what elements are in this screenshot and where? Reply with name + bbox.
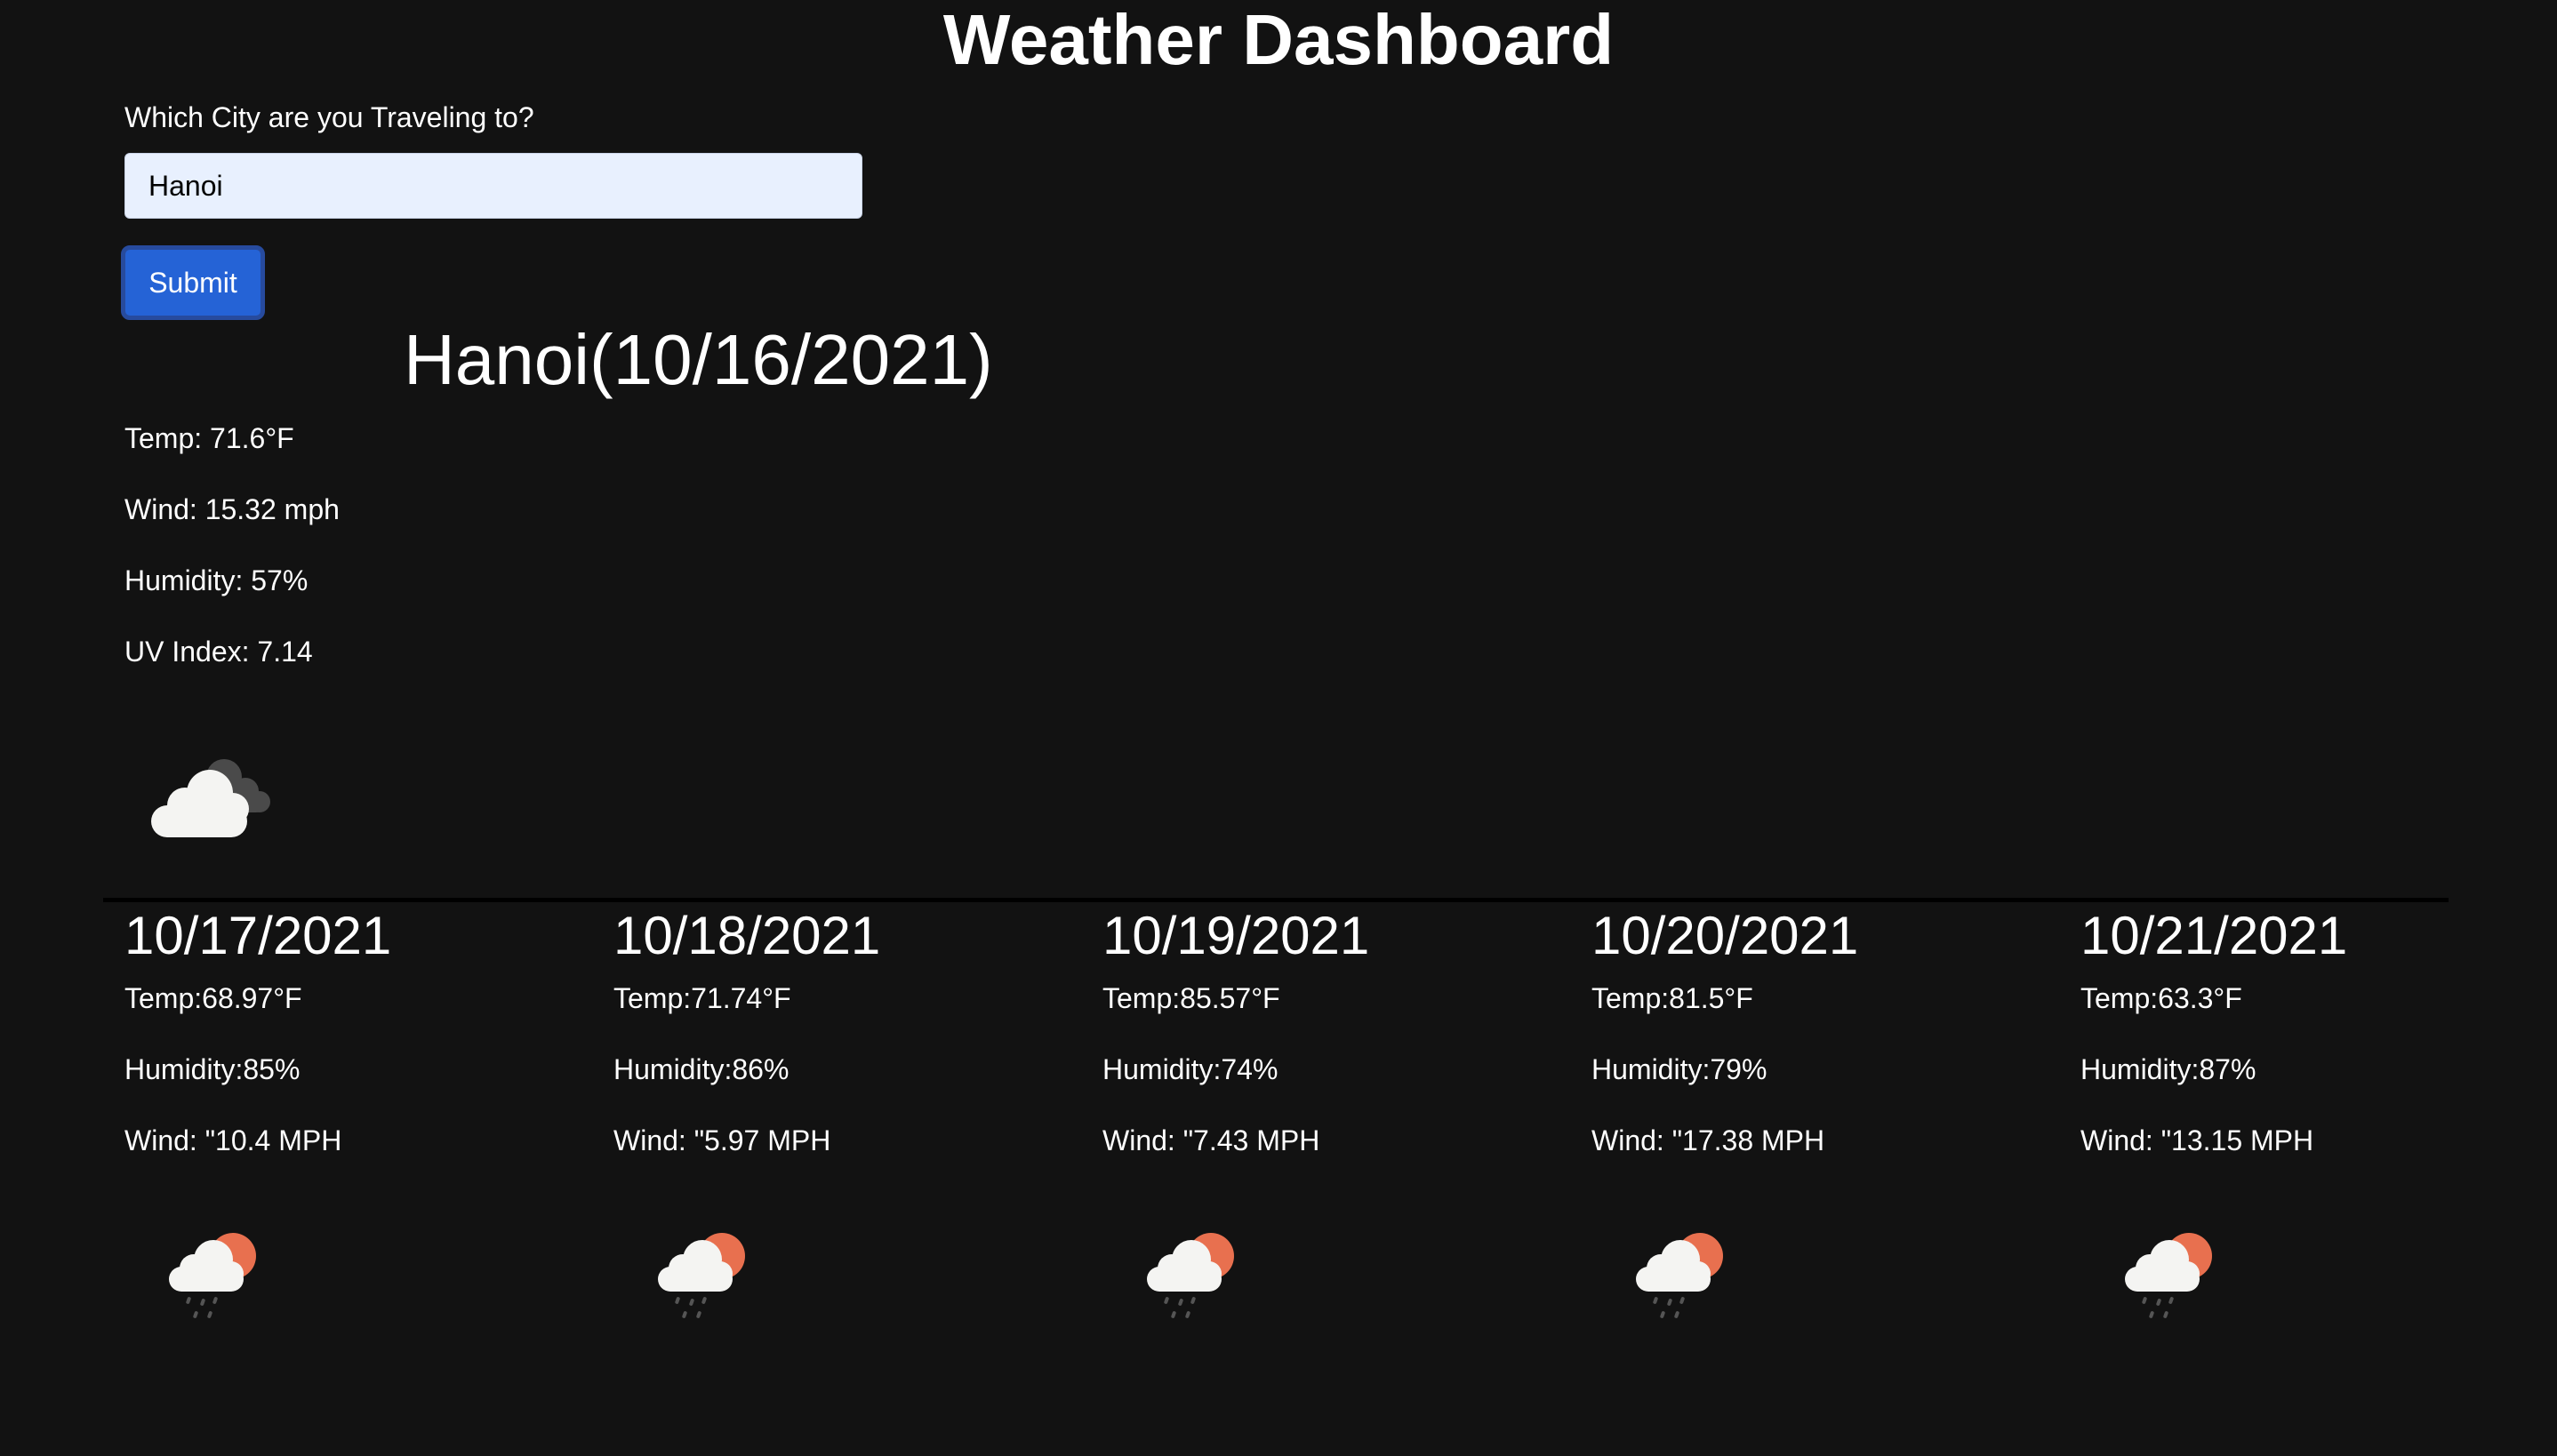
forecast-date: 10/18/2021 — [613, 906, 881, 965]
page-title: Weather Dashboard — [942, 0, 1615, 79]
current-temp: Temp: 71.6°F — [124, 422, 294, 454]
forecast-date: 10/21/2021 — [2080, 906, 2348, 965]
forecast-temp: Temp:71.74°F — [613, 982, 791, 1014]
current-humidity: Humidity: 57% — [124, 564, 309, 596]
forecast-wind: Wind: "17.38 MPH — [1591, 1124, 1825, 1156]
light-rain-day-icon — [1138, 1222, 1254, 1329]
forecast-humidity: Humidity:87% — [2080, 1053, 2256, 1085]
forecast-wind: Wind: "10.4 MPH — [124, 1124, 342, 1156]
forecast-humidity: Humidity:79% — [1591, 1053, 1767, 1085]
forecast-temp: Temp:81.5°F — [1591, 982, 1753, 1014]
current-uv-index: UV Index: 7.14 — [124, 636, 313, 668]
forecast-wind: Wind: "5.97 MPH — [613, 1124, 831, 1156]
forecast-card: 10/17/2021 Temp:68.97°F Humidity:85% Win… — [124, 902, 587, 1347]
forecast-humidity: Humidity:74% — [1102, 1053, 1278, 1085]
submit-button[interactable]: Submit — [121, 245, 265, 320]
forecast-humidity: Humidity:86% — [613, 1053, 790, 1085]
light-rain-day-icon — [649, 1222, 765, 1329]
forecast-temp: Temp:85.57°F — [1102, 982, 1280, 1014]
forecast-humidity: Humidity:85% — [124, 1053, 301, 1085]
forecast-wind: Wind: "13.15 MPH — [2080, 1124, 2314, 1156]
light-rain-day-icon — [160, 1222, 276, 1329]
forecast-card: 10/20/2021 Temp:81.5°F Humidity:79% Wind… — [1591, 902, 2054, 1347]
forecast-wind: Wind: "7.43 MPH — [1102, 1124, 1320, 1156]
overcast-clouds-icon — [142, 738, 285, 844]
forecast-date: 10/19/2021 — [1102, 906, 1370, 965]
current-wind: Wind: 15.32 mph — [124, 493, 340, 525]
forecast-date: 10/17/2021 — [124, 906, 392, 965]
city-search-input[interactable] — [124, 153, 862, 219]
city-search-label: Which City are you Traveling to? — [124, 101, 534, 133]
forecast-card: 10/19/2021 Temp:85.57°F Humidity:74% Win… — [1102, 902, 1565, 1347]
forecast-card: 10/18/2021 Temp:71.74°F Humidity:86% Win… — [613, 902, 1076, 1347]
current-weather-heading: Hanoi(10/16/2021) — [404, 320, 993, 399]
forecast-temp: Temp:68.97°F — [124, 982, 302, 1014]
forecast-date: 10/20/2021 — [1591, 906, 1859, 965]
light-rain-day-icon — [1627, 1222, 1743, 1329]
forecast-temp: Temp:63.3°F — [2080, 982, 2242, 1014]
forecast-card: 10/21/2021 Temp:63.3°F Humidity:87% Wind… — [2080, 902, 2543, 1347]
light-rain-day-icon — [2116, 1222, 2232, 1329]
